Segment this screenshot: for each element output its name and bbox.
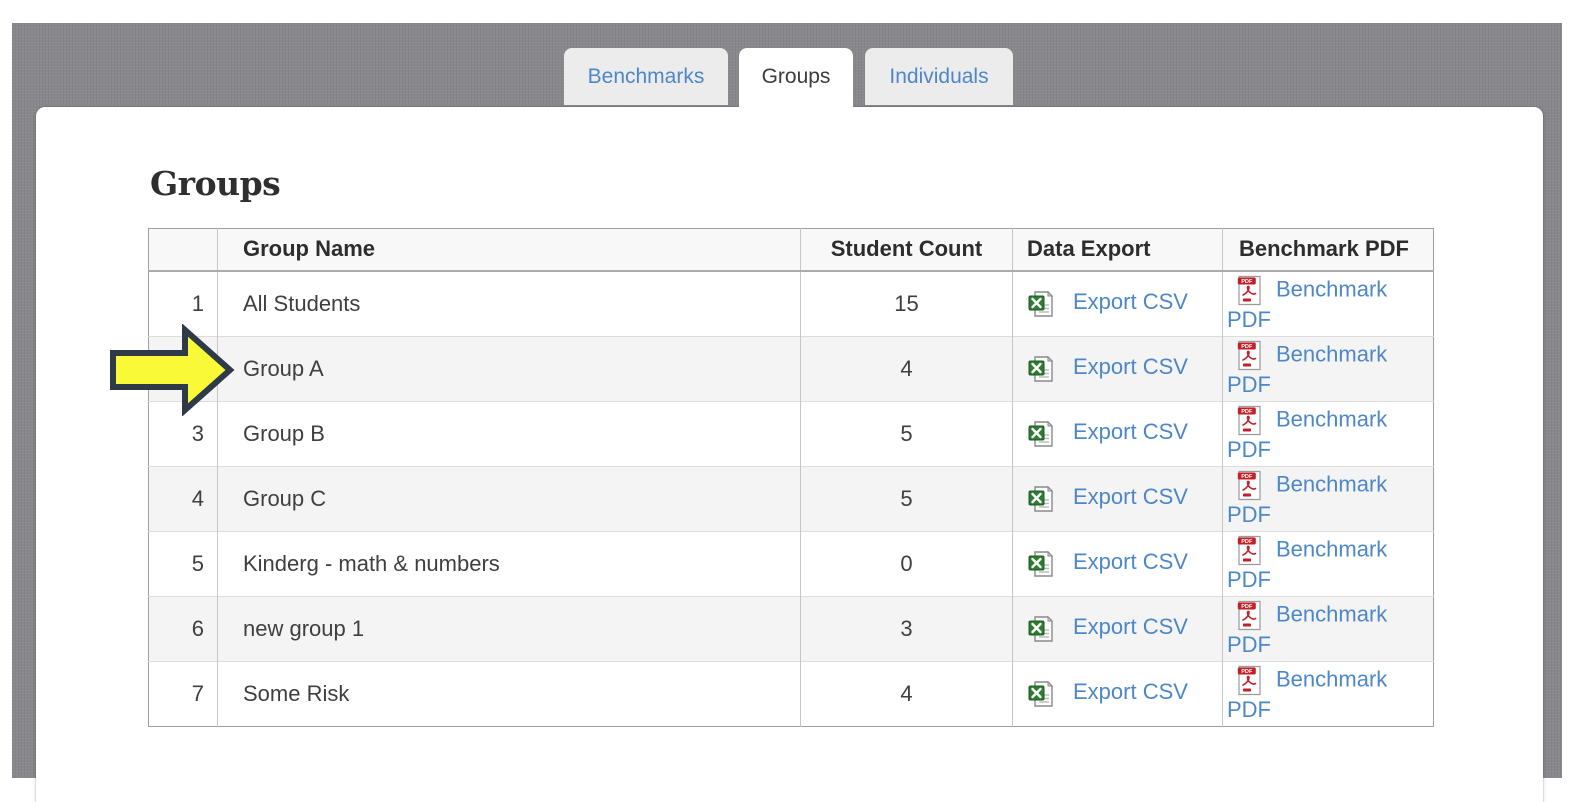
benchmark-pdf-cell: PDF Benchmark PDF [1222,270,1434,336]
tab-benchmarks[interactable]: Benchmarks [564,48,728,105]
tab-groups[interactable]: Groups [739,48,853,118]
export-csv-link[interactable]: Export CSV [1027,354,1188,382]
benchmark-pdf-link[interactable]: PDF Benchmark PDF [1227,600,1405,658]
pdf-file-icon: PDF [1237,405,1261,435]
table-row: 3 Group B 5 Export CSV PDF Benchmark PDF [148,400,1434,466]
groups-table: Group Name Student Count Data Export Ben… [148,228,1434,727]
tab-individuals[interactable]: Individuals [865,48,1013,105]
row-number-cell: 6 [148,595,218,661]
benchmark-pdf-link[interactable]: PDF Benchmark PDF [1227,405,1405,463]
excel-file-icon [1028,485,1054,512]
benchmark-pdf-cell: PDF Benchmark PDF [1222,335,1434,401]
yellow-arrow-annotation [110,324,235,416]
table-row: 6 new group 1 3 Export CSV PDF Benchmark… [148,595,1434,661]
student-count-cell: 0 [800,530,1013,596]
data-export-cell: Export CSV [1012,335,1223,401]
export-csv-label: Export CSV [1073,679,1188,705]
table-row: 7 Some Risk 4 Export CSV PDF Benchmark P… [148,660,1434,726]
benchmark-pdf-link[interactable]: PDF Benchmark PDF [1227,535,1405,593]
benchmark-pdf-cell: PDF Benchmark PDF [1222,400,1434,466]
group-name-cell: All Students [217,270,801,336]
col-header-row-number [148,228,218,272]
svg-text:PDF: PDF [1241,474,1253,480]
pdf-file-icon: PDF [1237,275,1261,305]
table-row: 1 All Students 15 Export CSV PDF Benchma… [149,270,1434,336]
export-csv-label: Export CSV [1073,419,1188,445]
group-name-cell: Group A [217,335,801,401]
data-export-cell: Export CSV [1012,465,1223,531]
col-header-group-name: Group Name [217,228,801,272]
benchmark-pdf-cell: PDF Benchmark PDF [1222,660,1434,726]
export-csv-label: Export CSV [1073,354,1188,380]
student-count-cell: 15 [800,270,1013,336]
benchmark-pdf-link[interactable]: PDF Benchmark PDF [1227,275,1405,333]
col-header-data-export: Data Export [1012,228,1223,272]
export-csv-link[interactable]: Export CSV [1027,549,1188,577]
export-csv-link[interactable]: Export CSV [1027,484,1188,512]
student-count-cell: 4 [800,660,1013,726]
export-csv-link[interactable]: Export CSV [1027,289,1188,317]
svg-text:PDF: PDF [1241,279,1253,285]
data-export-cell: Export CSV [1012,595,1223,661]
col-header-benchmark-pdf: Benchmark PDF [1222,228,1434,272]
group-name-cell: Some Risk [217,660,801,726]
data-export-cell: Export CSV [1012,400,1223,466]
export-csv-label: Export CSV [1073,484,1188,510]
excel-file-icon [1028,420,1054,447]
export-csv-label: Export CSV [1073,614,1188,640]
excel-file-icon [1028,355,1054,382]
group-name-cell: Kinderg - math & numbers [217,530,801,596]
excel-file-icon [1028,290,1054,317]
benchmark-pdf-cell: PDF Benchmark PDF [1222,530,1434,596]
export-csv-link[interactable]: Export CSV [1027,614,1188,642]
student-count-cell: 5 [800,465,1013,531]
table-row: 5 Kinderg - math & numbers 0 Export CSV [148,530,1434,596]
page-title: Groups [150,164,281,203]
benchmark-pdf-link[interactable]: PDF Benchmark PDF [1227,665,1405,723]
table-row: Group A 4 Export CSV PDF Benchmark PDF [148,335,1434,401]
student-count-cell: 5 [800,400,1013,466]
row-number-cell: 5 [148,530,218,596]
data-export-cell: Export CSV [1012,270,1223,336]
table-row: 4 Group C 5 Export CSV PDF Benchmark PDF [148,465,1434,531]
excel-file-icon [1028,615,1054,642]
group-name-cell: Group C [217,465,801,531]
benchmark-pdf-cell: PDF Benchmark PDF [1222,595,1434,661]
benchmark-pdf-link[interactable]: PDF Benchmark PDF [1227,470,1405,528]
groups-table-container: Group Name Student Count Data Export Ben… [148,228,1434,727]
group-name-cell: new group 1 [217,595,801,661]
pdf-file-icon: PDF [1237,600,1261,630]
table-header-row: Group Name Student Count Data Export Ben… [148,228,1434,272]
data-export-cell: Export CSV [1012,660,1223,726]
svg-text:PDF: PDF [1241,669,1253,675]
pdf-file-icon: PDF [1237,535,1261,565]
pdf-file-icon: PDF [1237,665,1261,695]
excel-file-icon [1028,680,1054,707]
excel-file-icon [1028,550,1054,577]
pdf-file-icon: PDF [1237,470,1261,500]
col-header-student-count: Student Count [800,228,1013,272]
export-csv-link[interactable]: Export CSV [1027,419,1188,447]
row-number-cell: 7 [148,660,218,726]
pdf-file-icon: PDF [1237,340,1261,370]
benchmark-pdf-cell: PDF Benchmark PDF [1222,465,1434,531]
svg-text:PDF: PDF [1241,539,1253,545]
export-csv-label: Export CSV [1073,289,1188,315]
export-csv-label: Export CSV [1073,549,1188,575]
export-csv-link[interactable]: Export CSV [1027,679,1188,707]
svg-text:PDF: PDF [1241,409,1253,415]
group-name-cell: Group B [217,400,801,466]
data-export-cell: Export CSV [1012,530,1223,596]
row-number-cell: 4 [148,465,218,531]
svg-text:PDF: PDF [1241,604,1253,610]
screenshot-stage: Benchmarks Groups Individuals Groups Gro… [0,0,1584,802]
student-count-cell: 4 [800,335,1013,401]
svg-text:PDF: PDF [1241,344,1253,350]
student-count-cell: 3 [800,595,1013,661]
benchmark-pdf-link[interactable]: PDF Benchmark PDF [1227,340,1405,398]
